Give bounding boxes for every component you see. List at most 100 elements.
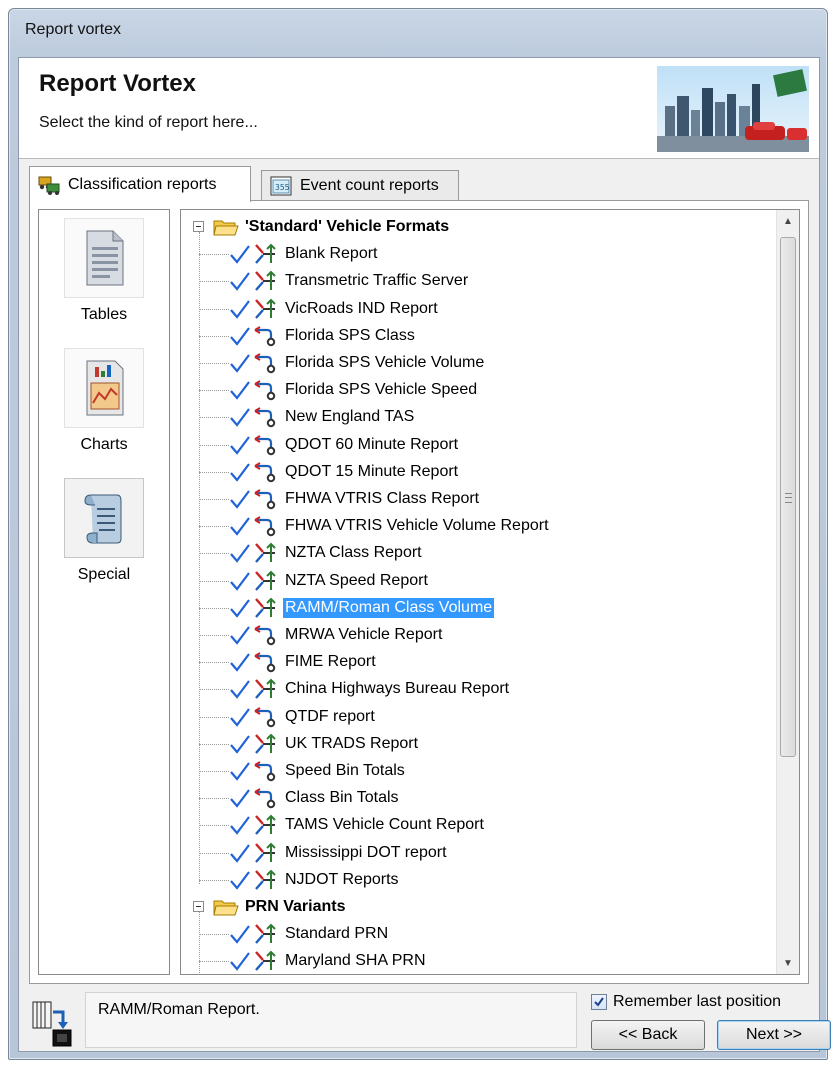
check-icon bbox=[229, 787, 251, 809]
back-button[interactable]: << Back bbox=[591, 1020, 705, 1050]
classify-merge-icon bbox=[253, 950, 279, 972]
tree-item[interactable]: Florida SPS Vehicle Speed bbox=[229, 377, 479, 403]
window-title: Report vortex bbox=[25, 21, 122, 38]
tab-label: Event count reports bbox=[300, 176, 439, 194]
tree-item[interactable]: NZTA Speed Report bbox=[229, 568, 430, 594]
tree-item[interactable]: Blank Report bbox=[229, 241, 380, 267]
check-icon bbox=[229, 950, 251, 972]
tab-label: Classification reports bbox=[68, 175, 217, 193]
tree-item[interactable]: MRWA Vehicle Report bbox=[229, 622, 444, 648]
check-icon bbox=[229, 760, 251, 782]
tree-item[interactable]: TAMS Vehicle Count Report bbox=[229, 812, 486, 838]
tree-item[interactable]: VicRoads IND Report bbox=[229, 296, 440, 322]
classify-merge-icon bbox=[253, 243, 279, 265]
checkbox-box[interactable] bbox=[591, 994, 607, 1010]
check-icon bbox=[229, 243, 251, 265]
check-icon bbox=[229, 678, 251, 700]
tree-item[interactable]: UK TRADS Report bbox=[229, 731, 420, 757]
wizard-client-area: Report Vortex Select the kind of report … bbox=[18, 57, 831, 1052]
tree-item[interactable]: FHWA VTRIS Class Report bbox=[229, 486, 481, 512]
report-kind-list: Tables Charts Special bbox=[38, 209, 170, 975]
item-label: Florida SPS Class bbox=[285, 326, 415, 344]
tree-item[interactable]: QDOT 60 Minute Report bbox=[229, 432, 460, 458]
check-icon bbox=[229, 923, 251, 945]
scroll-up-arrow[interactable]: ▲ bbox=[777, 210, 799, 232]
check-icon bbox=[229, 624, 251, 646]
check-icon bbox=[229, 542, 251, 564]
route-arrow-icon bbox=[253, 434, 279, 456]
scroll-thumb[interactable] bbox=[780, 237, 796, 757]
document-icon bbox=[86, 230, 124, 286]
report-format-tree[interactable]: 'Standard' Vehicle Formats Blank Report Tr… bbox=[180, 209, 800, 975]
item-label: New England TAS bbox=[285, 408, 415, 426]
item-label: NJDOT Reports bbox=[285, 870, 399, 888]
scroll-down-arrow[interactable]: ▼ bbox=[777, 952, 799, 974]
tree-item[interactable]: QDOT 15 Minute Report bbox=[229, 459, 460, 485]
tree-item[interactable]: New England TAS bbox=[229, 404, 416, 430]
classify-merge-icon bbox=[253, 678, 279, 700]
check-icon bbox=[229, 842, 251, 864]
tree-item[interactable]: Standard PRN bbox=[229, 921, 390, 947]
item-label: Blank Report bbox=[285, 245, 378, 263]
route-arrow-icon bbox=[253, 379, 279, 401]
tab-classification-reports[interactable]: Classification reports bbox=[29, 166, 251, 202]
tree-item[interactable]: Maryland SHA PRN bbox=[229, 948, 428, 974]
tree-item[interactable]: QTDF report bbox=[229, 704, 377, 730]
tree-item[interactable]: Speed Bin Totals bbox=[229, 758, 407, 784]
classify-merge-icon bbox=[253, 814, 279, 836]
check-icon bbox=[229, 570, 251, 592]
title-bar[interactable]: Report vortex bbox=[9, 9, 827, 53]
tree-item[interactable]: NZTA Class Report bbox=[229, 540, 424, 566]
route-arrow-icon bbox=[253, 651, 279, 673]
collapse-toggle[interactable] bbox=[193, 901, 204, 912]
remember-position-checkbox[interactable]: Remember last position bbox=[591, 993, 781, 1011]
tree-item[interactable]: Florida SPS Class bbox=[229, 323, 417, 349]
tree-item[interactable]: FIME Report bbox=[229, 649, 378, 675]
route-arrow-icon bbox=[253, 760, 279, 782]
item-label: TAMS Vehicle Count Report bbox=[285, 816, 484, 834]
tree-item[interactable]: Mississippi DOT report bbox=[229, 840, 449, 866]
tree-item[interactable]: RAMM/Roman Class Volume bbox=[229, 595, 495, 621]
item-label: Maryland SHA PRN bbox=[285, 952, 426, 970]
collapse-toggle[interactable] bbox=[193, 221, 204, 232]
city-banner-image bbox=[657, 66, 809, 152]
tree-item[interactable]: Class Bin Totals bbox=[229, 785, 401, 811]
status-description: RAMM/Roman Report. bbox=[85, 992, 577, 1048]
tree-scrollbar[interactable]: ▲ ▼ bbox=[776, 210, 799, 974]
tree-group[interactable]: 'Standard' Vehicle Formats bbox=[211, 214, 451, 240]
check-icon bbox=[229, 706, 251, 728]
page-subtitle: Select the kind of report here... bbox=[39, 114, 258, 131]
check-icon bbox=[229, 352, 251, 374]
tab-event-count-reports[interactable]: 355 Event count reports bbox=[261, 170, 459, 200]
kind-special[interactable]: Special bbox=[61, 478, 147, 584]
tree-group[interactable]: PRN Variants bbox=[211, 894, 347, 920]
tree-item[interactable]: NJDOT Reports bbox=[229, 867, 401, 893]
remember-label: Remember last position bbox=[613, 993, 782, 1010]
item-label: Mississippi DOT report bbox=[285, 843, 447, 861]
tree-item[interactable]: FHWA VTRIS Vehicle Volume Report bbox=[229, 513, 551, 539]
check-icon bbox=[229, 651, 251, 673]
classify-merge-icon bbox=[253, 869, 279, 891]
route-arrow-icon bbox=[253, 406, 279, 428]
kind-charts[interactable]: Charts bbox=[61, 348, 147, 454]
kind-label: Special bbox=[77, 566, 131, 583]
tree-item[interactable]: China Highways Bureau Report bbox=[229, 676, 511, 702]
item-label: NZTA Class Report bbox=[285, 544, 422, 562]
check-icon bbox=[229, 461, 251, 483]
tree-item[interactable]: Florida SPS Vehicle Volume bbox=[229, 350, 486, 376]
kind-tables[interactable]: Tables bbox=[61, 218, 147, 324]
report-tabs: Classification reports 355 Event count r… bbox=[29, 166, 809, 202]
check-icon bbox=[229, 597, 251, 619]
classify-merge-icon bbox=[253, 542, 279, 564]
chart-icon bbox=[86, 360, 124, 416]
route-arrow-icon bbox=[253, 352, 279, 374]
check-icon bbox=[229, 270, 251, 292]
check-icon bbox=[229, 488, 251, 510]
route-arrow-icon bbox=[253, 787, 279, 809]
next-button[interactable]: Next >> bbox=[717, 1020, 831, 1050]
item-label: QDOT 60 Minute Report bbox=[285, 435, 459, 453]
tree-item[interactable]: Transmetric Traffic Server bbox=[229, 268, 470, 294]
check-icon bbox=[229, 434, 251, 456]
classify-merge-icon bbox=[253, 733, 279, 755]
item-label: NZTA Speed Report bbox=[285, 571, 428, 589]
